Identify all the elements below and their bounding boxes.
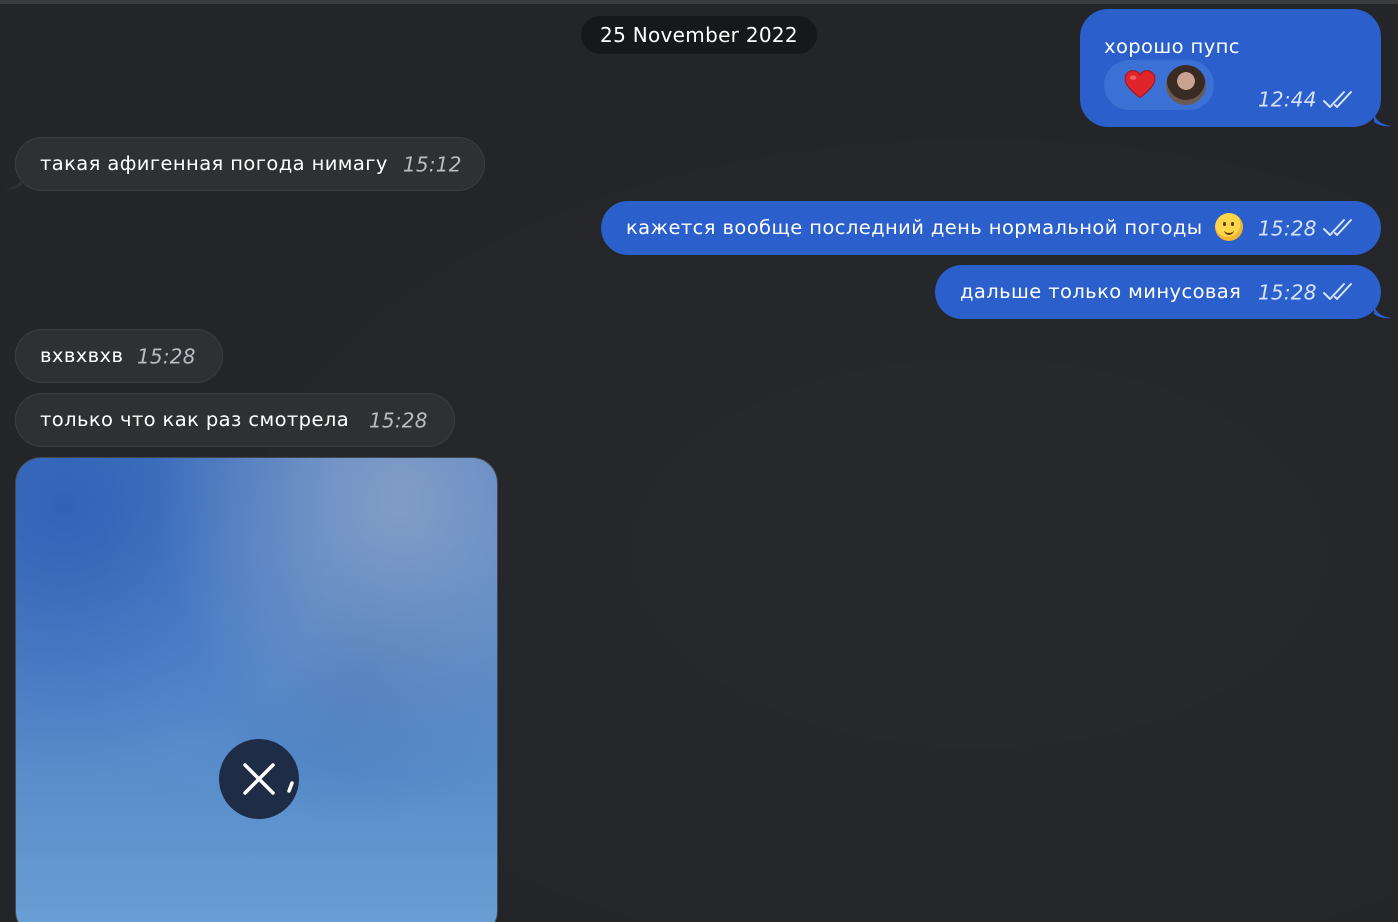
message-incoming[interactable]: только что как раз смотрела 15:28: [15, 393, 455, 447]
bubble-tail: [4, 176, 22, 190]
message-time: 15:28: [137, 344, 196, 369]
cancel-upload-button[interactable]: [219, 739, 299, 819]
reaction-badge[interactable]: [1104, 60, 1214, 110]
read-double-check-icon: [1323, 219, 1352, 236]
read-double-check-icon: [1323, 283, 1352, 300]
message-time: 15:12: [403, 152, 462, 177]
message-time: 12:44: [1258, 87, 1317, 112]
message-outgoing[interactable]: дальше только минусовая 15:28: [935, 265, 1381, 319]
message-text: хорошо пупс: [1104, 35, 1240, 58]
message-incoming[interactable]: такая афигенная погода нимагу 15:12: [15, 137, 485, 191]
photo-message[interactable]: [15, 457, 498, 922]
chat-view: 25 November 2022 хорошо пупс 12:44 такая…: [0, 0, 1398, 922]
message-text: вхвхвхв: [40, 343, 124, 367]
top-divider: [0, 0, 1398, 4]
message-text: кажется вообще последний день нормальной…: [626, 215, 1203, 239]
heart-icon: [1124, 70, 1156, 99]
message-text: дальше только минусовая: [960, 279, 1242, 303]
progress-arc: [287, 781, 294, 793]
reactor-avatar[interactable]: [1166, 65, 1206, 105]
bubble-tail: [1374, 113, 1392, 127]
melting-face-icon: [1215, 213, 1243, 241]
message-outgoing[interactable]: кажется вообще последний день нормальной…: [601, 201, 1381, 255]
message-text: такая афигенная погода нимагу: [40, 151, 388, 175]
read-double-check-icon: [1323, 91, 1352, 108]
message-time: 15:28: [1258, 216, 1317, 241]
message-text: только что как раз смотрела: [40, 407, 350, 431]
message-outgoing[interactable]: хорошо пупс 12:44: [1080, 9, 1381, 127]
date-separator-label: 25 November 2022: [600, 23, 798, 47]
message-incoming[interactable]: вхвхвхв 15:28: [15, 329, 223, 383]
bubble-tail: [1374, 305, 1392, 319]
message-time: 15:28: [1258, 280, 1317, 305]
date-separator: 25 November 2022: [581, 16, 817, 54]
message-time: 15:28: [369, 408, 428, 433]
